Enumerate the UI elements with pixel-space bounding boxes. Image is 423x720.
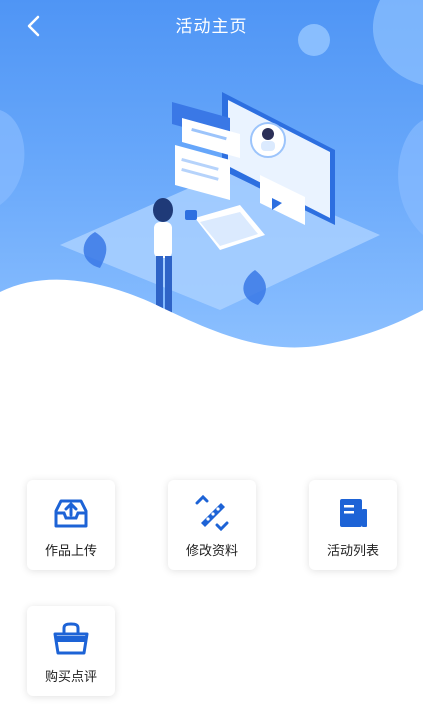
page-title: 活动主页 bbox=[175, 17, 248, 37]
hero-illustration bbox=[0, 0, 423, 350]
menu-card-label: 购买点评 bbox=[44, 670, 97, 685]
hero-banner: 活动主页 bbox=[0, 0, 423, 350]
menu-card-activity-list[interactable]: 活动列表 bbox=[309, 480, 397, 570]
menu-card-upload[interactable]: 作品上传 bbox=[27, 480, 115, 570]
pen-edit-icon bbox=[192, 495, 232, 531]
notebook-list-icon bbox=[333, 495, 373, 531]
menu-card-label: 作品上传 bbox=[44, 544, 97, 559]
inbox-upload-icon bbox=[51, 495, 91, 531]
menu-grid: 作品上传 修改资料 活动列表 购买点评 bbox=[0, 478, 423, 718]
shopping-basket-icon bbox=[51, 621, 91, 657]
menu-card-buy-review[interactable]: 购买点评 bbox=[27, 606, 115, 696]
menu-card-edit-profile[interactable]: 修改资料 bbox=[168, 480, 256, 570]
top-bar: 活动主页 bbox=[0, 0, 423, 48]
menu-card-label: 修改资料 bbox=[185, 544, 238, 559]
menu-card-label: 活动列表 bbox=[326, 544, 379, 559]
